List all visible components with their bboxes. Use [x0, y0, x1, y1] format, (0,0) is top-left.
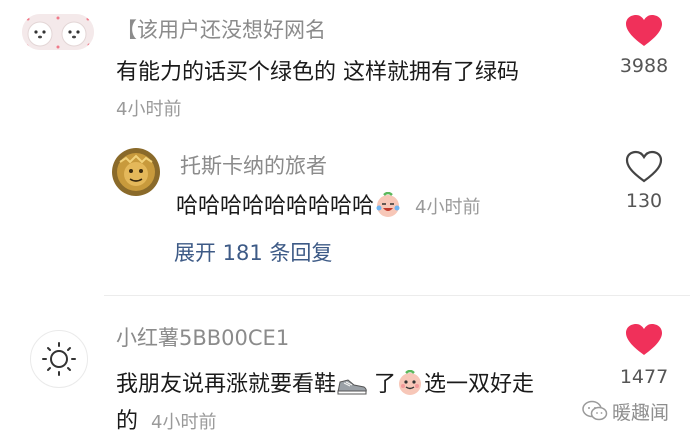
expand-replies-link[interactable]: 展开 181 条回复: [174, 237, 332, 267]
comment-time: 4小时前: [116, 99, 182, 120]
heart-filled-icon: [626, 15, 662, 46]
reply-content: 哈哈哈哈哈哈哈哈哈: [176, 194, 375, 219]
reply-like-button[interactable]: [622, 150, 666, 186]
comment-username[interactable]: 【该用户还没想好网名: [116, 14, 326, 44]
comment-content-cont: 的: [116, 409, 139, 434]
reply-content-line: 哈哈哈哈哈哈哈哈哈 4小时前: [176, 188, 480, 224]
avatar-image: [112, 148, 160, 196]
comment-content-tail: 选一双好走: [424, 372, 535, 397]
peach-face-emoji: [396, 369, 424, 402]
reply-username[interactable]: 托斯卡纳的旅者: [180, 150, 327, 180]
reply-like-count: 130: [625, 190, 663, 212]
crying-laughing-emoji: [374, 191, 402, 224]
watermark-text: 暖趣闻: [612, 401, 670, 424]
heart-filled-icon: [626, 324, 662, 355]
like-button[interactable]: [622, 14, 666, 50]
heart-outline-icon: [625, 150, 663, 183]
like-button[interactable]: [622, 323, 666, 359]
comment-content-line2: 的 4小时前: [116, 403, 216, 435]
reply-avatar[interactable]: [112, 148, 160, 196]
sneaker-emoji: [336, 372, 368, 402]
reply-time: 4小时前: [415, 197, 481, 218]
comment-content-line: 我朋友说再涨就要看鞋 了 选一双好走: [116, 366, 534, 402]
like-count: 3988: [619, 55, 669, 77]
avatar-image: [22, 14, 94, 50]
watermark: 暖趣闻: [582, 398, 669, 424]
avatar[interactable]: [30, 330, 88, 388]
comment-content-mid: 了: [374, 372, 397, 397]
sun-icon: [42, 342, 76, 376]
divider: [104, 295, 690, 296]
comment-time: 4小时前: [151, 412, 217, 433]
wechat-logo-icon: [582, 400, 608, 422]
comment-username[interactable]: 小红薯5BB00CE1: [116, 322, 289, 352]
comment-content: 有能力的话买个绿色的 这样就拥有了绿码: [116, 60, 519, 85]
avatar[interactable]: [22, 14, 94, 50]
comment-content: 我朋友说再涨就要看鞋: [116, 372, 337, 397]
like-count: 1477: [619, 366, 669, 388]
